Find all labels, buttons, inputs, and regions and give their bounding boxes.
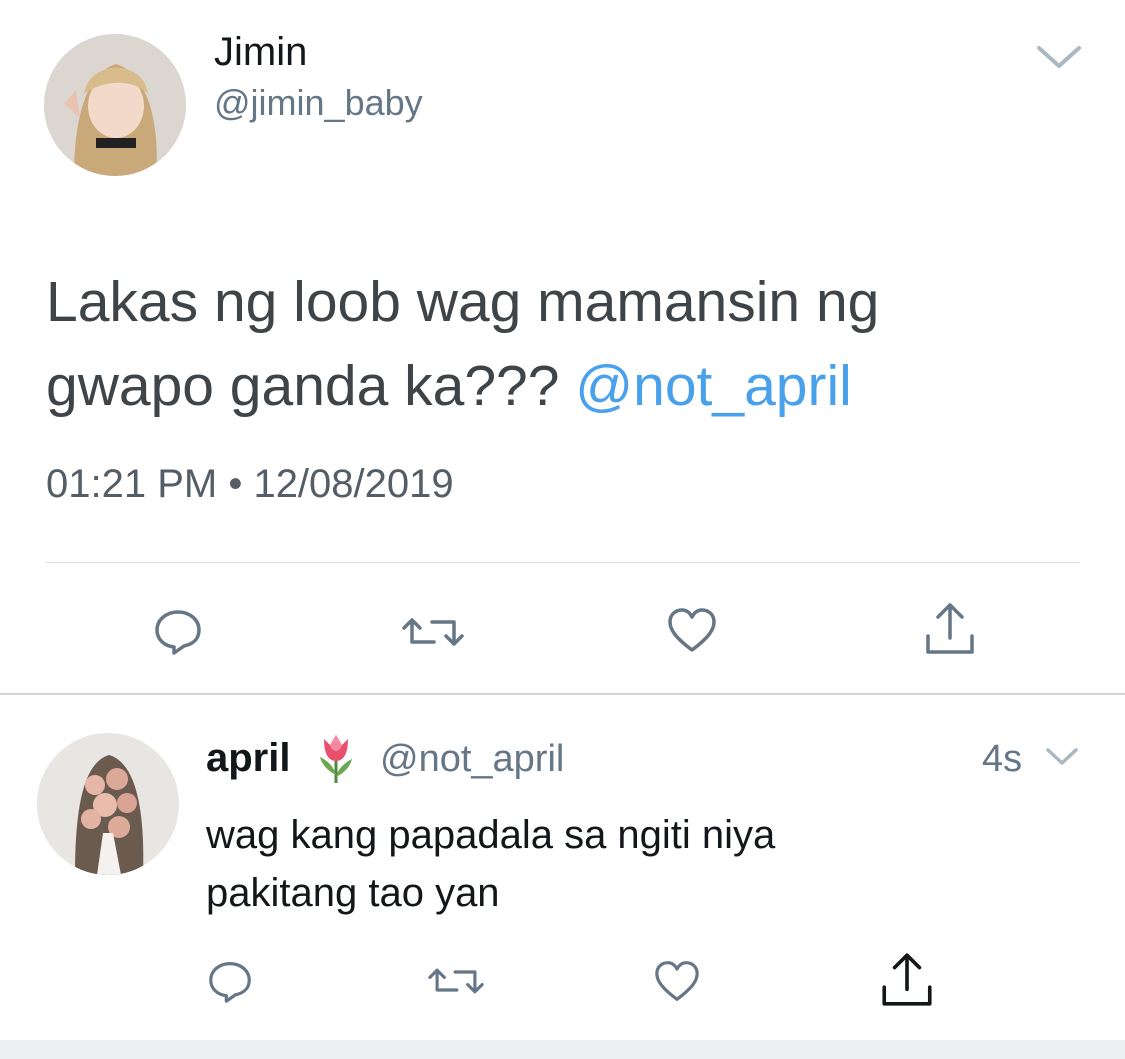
mention-link[interactable]: @not_april [575,354,852,418]
tweet-text-segment: gwapo ganda ka??? [46,354,560,418]
bottom-separator [0,1040,1125,1059]
avatar[interactable] [37,733,179,875]
display-name[interactable]: april [206,736,290,781]
tweet-text: Lakas ng loob wag mamansin ng gwapo gand… [46,260,1086,428]
divider [46,562,1080,563]
display-name[interactable]: Jimin [214,30,307,75]
avatar-image [37,733,179,875]
share-icon[interactable] [876,950,938,1010]
share-icon[interactable] [922,600,978,658]
tweet-text-line: wag kang papadala sa ngiti niya [206,813,776,857]
avatar[interactable] [44,34,186,176]
tweet-text: wag kang papadala sa ngiti niya pakitang… [206,806,1066,922]
heart-icon[interactable] [664,604,720,656]
tulip-icon [312,731,360,785]
user-handle[interactable]: @not_april [380,738,564,781]
avatar-image [44,34,186,176]
user-handle[interactable]: @jimin_baby [214,82,423,124]
reply-icon[interactable] [204,958,256,1004]
tweet-timestamp[interactable]: 01:21 PM • 12/08/2019 [46,462,454,507]
main-tweet: Jimin @jimin_baby Lakas ng loob wag mama… [0,0,1125,695]
chevron-down-icon[interactable] [1035,42,1083,72]
reply-icon[interactable] [150,606,206,656]
retweet-icon[interactable] [426,962,486,1000]
chevron-down-icon[interactable] [1044,745,1080,769]
relative-time[interactable]: 4s [982,738,1022,781]
tweet-separator [0,693,1125,695]
retweet-icon[interactable] [400,612,466,652]
tweet-text-line: pakitang tao yan [206,871,500,915]
tweet-text-line: gwapo ganda ka??? @not_april [46,344,1086,428]
tweet-text-line: Lakas ng loob wag mamansin ng [46,270,880,334]
heart-icon[interactable] [652,958,702,1004]
